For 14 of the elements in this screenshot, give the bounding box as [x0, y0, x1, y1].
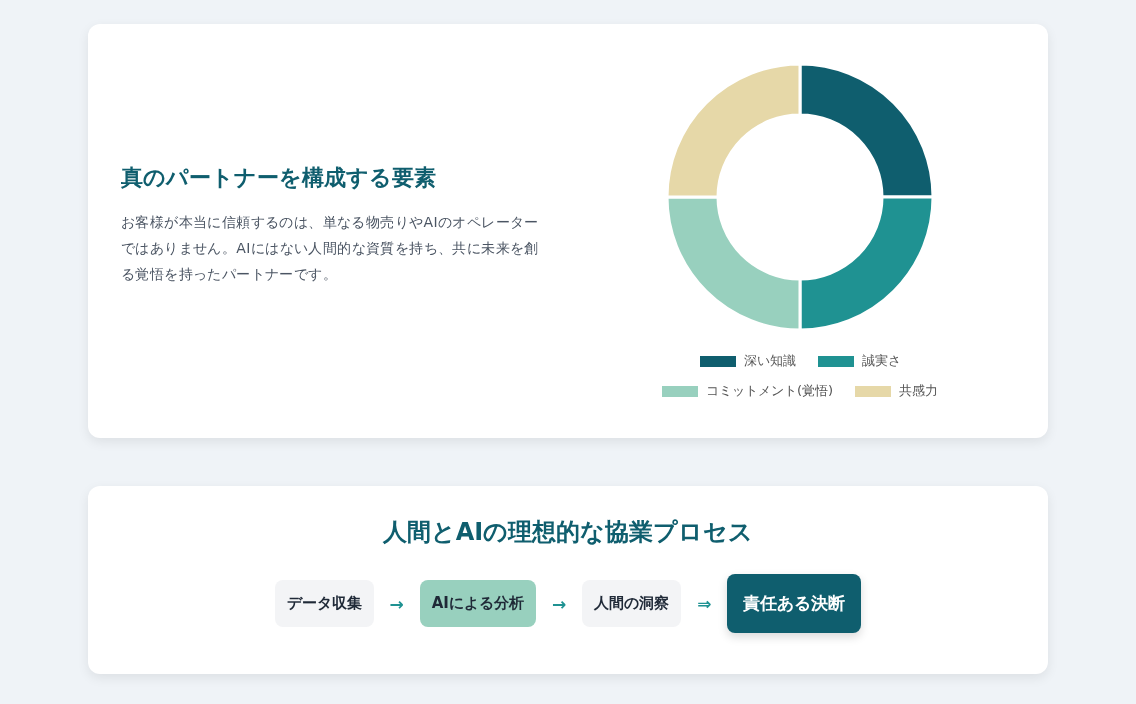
process-step: 責任ある決断 — [727, 574, 862, 633]
arrow-glyph: → — [551, 593, 567, 614]
process-step: 人間の洞察 — [582, 580, 682, 627]
section-title: 真のパートナーを構成する要素 — [121, 164, 437, 192]
arrow-glyph: → — [389, 593, 404, 614]
legend-label: 共感力 — [899, 382, 939, 400]
legend-label: 深い知識 — [743, 352, 796, 370]
arrow-glyph: ⇒ — [697, 593, 712, 614]
description-text: お客様が本当に信頼するのは、単なる物売りやAIのオペレーターではありません。AIにはない人間的な資質を持ち、共に未来を創る覚悟を持ったパートナーです。 — [121, 213, 540, 284]
process-step: AIによる分析 — [419, 580, 536, 627]
legend-label: 誠実さ — [861, 352, 901, 370]
legend-label: コミットメント(覚悟) — [705, 382, 834, 400]
section-title: 人間とAIの理想的な協業プロセス — [382, 517, 754, 548]
process-step: データ収集 — [274, 580, 374, 627]
